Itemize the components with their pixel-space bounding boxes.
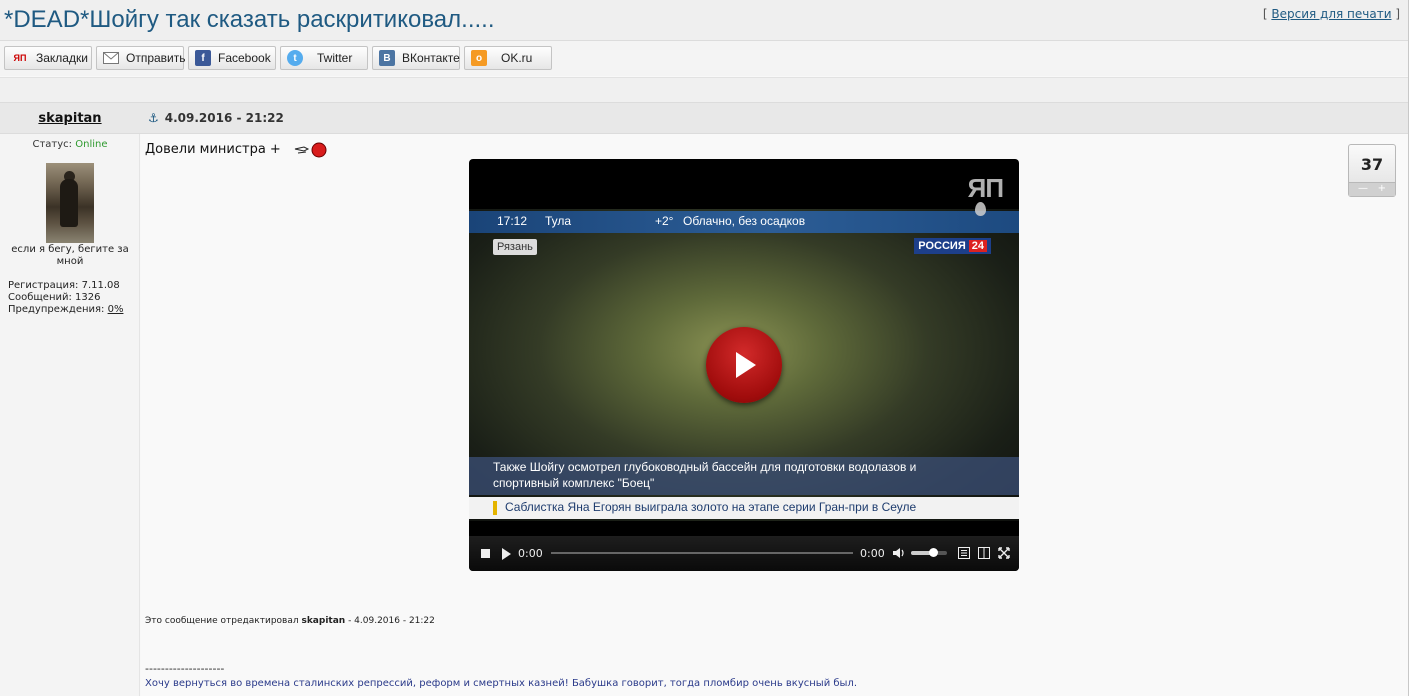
twitter-button[interactable]: t Twitter — [280, 46, 368, 70]
rating-widget: 37 — + — [1348, 144, 1396, 197]
warnings-link[interactable]: 0% — [108, 304, 124, 315]
topic-header: *DEAD*Шойгу так сказать раскритиковал...… — [0, 0, 1408, 41]
warnings: Предупреждения: 0% — [8, 304, 124, 315]
video-controls: 0:00 0:00 — [469, 536, 1019, 571]
news-ticker: Саблистка Яна Егорян выиграла золото на … — [469, 497, 1019, 519]
facebook-icon: f — [195, 50, 211, 66]
rating-value: 37 — [1360, 155, 1384, 174]
post-text: Довели министра + — [145, 142, 327, 158]
current-time: 0:00 — [518, 547, 543, 560]
avatar[interactable] — [46, 163, 94, 243]
seek-bar[interactable] — [551, 552, 853, 554]
author-panel: Статус: Online если я бегу, бегите за мн… — [0, 134, 140, 696]
page-frame: *DEAD*Шойгу так сказать раскритиковал...… — [0, 0, 1409, 696]
print-version: [ Версия для печати ] — [1262, 7, 1400, 21]
author-stats: Регистрация: 7.11.08 Сообщений: 1326 Пре… — [8, 280, 123, 316]
author-name[interactable]: skapitan — [0, 111, 140, 126]
volume-slider[interactable] — [911, 548, 947, 557]
popout-icon[interactable] — [978, 547, 990, 559]
rating-plus-button[interactable]: + — [1378, 183, 1386, 195]
author-signature: если я бегу, бегите за мной — [11, 244, 129, 267]
watermark-logo: ЯП — [967, 173, 1004, 203]
spacer-bar — [0, 77, 1408, 102]
stop-button[interactable] — [481, 549, 490, 558]
twitter-icon: t — [287, 50, 303, 66]
watermark-drop-icon — [975, 202, 986, 216]
rating-minus-button[interactable]: — — [1358, 183, 1368, 195]
ok-icon: о — [471, 50, 487, 66]
smiley-icon — [294, 142, 327, 158]
post-date: ⚓ 4.09.2016 - 21:22 — [148, 111, 284, 125]
duration: 0:00 — [860, 547, 885, 560]
print-version-link[interactable]: Версия для печати — [1271, 7, 1391, 21]
okru-button[interactable]: о OK.ru — [464, 46, 552, 70]
volume-icon[interactable] — [893, 547, 905, 559]
video-player[interactable]: 17:12 Тула +2° Облачно, без осадков Ряза… — [469, 159, 1019, 571]
share-bar: ЯП Закладки Отправить f Facebook t Twitt… — [0, 41, 1408, 76]
yap-icon: ЯП — [13, 53, 27, 63]
message-count: Сообщений: 1326 — [8, 292, 101, 303]
vkontakte-button[interactable]: В ВКонтакте — [372, 46, 460, 70]
big-play-button[interactable] — [706, 327, 782, 403]
post-header: skapitan ⚓ 4.09.2016 - 21:22 — [0, 102, 1408, 134]
edit-note: Это сообщение отредактировал skapitan - … — [145, 616, 435, 626]
signature-divider: -------------------- — [145, 662, 225, 675]
post-body: Довели министра + 37 — + 17:12 Тула +2° … — [141, 134, 1408, 696]
signature-text: Хочу вернуться во времена сталинских реп… — [145, 678, 858, 689]
topic-title: *DEAD*Шойгу так сказать раскритиковал...… — [4, 6, 495, 33]
send-button[interactable]: Отправить — [96, 46, 186, 70]
channel-logo: РОССИЯ 24 — [914, 238, 991, 254]
location-label: Рязань — [493, 239, 537, 255]
weather-bar: 17:12 Тула +2° Облачно, без осадков — [469, 211, 1019, 233]
vk-icon: В — [379, 50, 395, 66]
bookmarks-button[interactable]: ЯП Закладки — [4, 46, 92, 70]
author-status: Статус: Online — [32, 139, 108, 150]
playlist-icon[interactable] — [958, 547, 970, 559]
anchor-icon[interactable]: ⚓ — [148, 111, 159, 125]
registration-date: Регистрация: 7.11.08 — [8, 280, 120, 291]
play-button[interactable] — [502, 548, 511, 560]
news-caption: Также Шойгу осмотрел глубоководный бассе… — [469, 457, 1019, 495]
facebook-button[interactable]: f Facebook — [188, 46, 276, 70]
play-icon — [736, 352, 756, 378]
fullscreen-icon[interactable] — [998, 547, 1010, 559]
mail-icon — [103, 50, 119, 66]
